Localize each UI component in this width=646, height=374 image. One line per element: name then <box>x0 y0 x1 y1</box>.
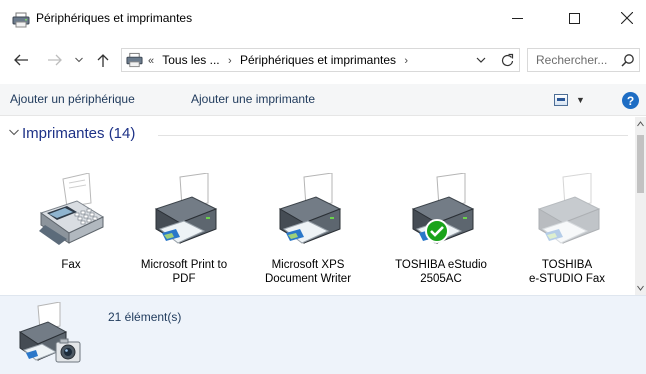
device-label: Microsoft Print to PDF <box>140 259 228 285</box>
vertical-scrollbar[interactable] <box>635 117 646 295</box>
minimize-button[interactable] <box>494 0 540 36</box>
maximize-button[interactable] <box>551 0 597 36</box>
devices-content-pane: Imprimantes (14) Fax Microsoft Print to … <box>0 117 635 295</box>
arrow-left-icon <box>14 54 28 66</box>
printer-icon <box>411 173 475 244</box>
device-toshiba-estudio-fax[interactable]: TOSHIBA e-STUDIO Fax <box>511 173 623 291</box>
device-fax[interactable]: Fax <box>15 173 127 291</box>
chevron-down-icon <box>9 129 19 136</box>
breadcrumb-separator[interactable]: › <box>404 55 408 67</box>
command-bar: Ajouter un périphérique Ajouter une impr… <box>0 84 646 116</box>
default-printer-check-icon <box>425 219 449 243</box>
printer-icon <box>537 173 601 244</box>
printer-icon <box>154 173 218 244</box>
refresh-button[interactable] <box>499 52 515 68</box>
navigation-bar: « Tous les ... › Périphériques et imprim… <box>0 44 646 76</box>
search-box[interactable] <box>527 48 640 72</box>
forward-button[interactable] <box>44 50 66 70</box>
device-microsoft-xps-document-writer[interactable]: Microsoft XPS Document Writer <box>252 173 364 291</box>
search-input[interactable] <box>536 53 622 67</box>
item-count: 21 élément(s) <box>108 310 182 324</box>
device-toshiba-estudio-2505ac[interactable]: TOSHIBA eStudio 2505AC <box>385 173 497 291</box>
breadcrumb-item-devices-printers[interactable]: Périphériques et imprimantes <box>240 53 396 67</box>
breadcrumb: « Tous les ... › Périphériques et imprim… <box>148 53 413 67</box>
address-bar[interactable]: « Tous les ... › Périphériques et imprim… <box>121 48 520 72</box>
device-microsoft-print-to-pdf[interactable]: Microsoft Print to PDF <box>128 173 240 291</box>
add-printer-button[interactable]: Ajouter une imprimante <box>191 92 315 106</box>
recent-locations-button[interactable] <box>72 50 86 70</box>
scroll-up-icon[interactable] <box>637 121 644 127</box>
device-label: TOSHIBA e-STUDIO Fax <box>528 259 606 285</box>
group-title: Imprimantes (14) <box>22 125 136 142</box>
back-button[interactable] <box>10 50 32 70</box>
devices-printers-app-icon <box>12 12 30 28</box>
address-dropdown-icon[interactable] <box>475 54 487 66</box>
chevron-down-icon <box>75 57 83 63</box>
change-view-icon[interactable] <box>554 94 568 106</box>
maximize-icon <box>568 12 580 24</box>
printers-group-header[interactable]: Imprimantes (14) <box>8 123 628 145</box>
details-pane: 21 élément(s) <box>0 295 646 374</box>
device-label: TOSHIBA eStudio 2505AC <box>395 259 487 285</box>
window-title: Périphériques et imprimantes <box>36 11 193 25</box>
printer-icon <box>278 173 342 244</box>
breadcrumb-item-all-items[interactable]: Tous les ... <box>162 53 219 67</box>
device-label: Microsoft XPS Document Writer <box>264 259 352 285</box>
scroll-down-icon[interactable] <box>637 285 644 291</box>
scrollbar-thumb[interactable] <box>637 135 644 193</box>
close-icon <box>620 12 633 24</box>
search-icon <box>621 54 634 67</box>
close-button[interactable] <box>607 0 646 36</box>
breadcrumb-separator[interactable]: › <box>228 55 232 67</box>
up-button[interactable] <box>92 50 114 70</box>
devices-printers-camera-icon <box>18 302 81 363</box>
add-device-button[interactable]: Ajouter un périphérique <box>10 92 135 106</box>
arrow-up-icon <box>97 53 109 67</box>
minimize-icon <box>511 17 523 19</box>
title-bar: Périphériques et imprimantes <box>0 0 646 36</box>
devices-printers-location-icon <box>126 52 143 68</box>
device-label: Fax <box>61 259 81 271</box>
refresh-icon <box>501 53 513 67</box>
arrow-right-icon <box>48 54 62 66</box>
fax-machine-icon <box>39 173 105 245</box>
view-options-dropdown[interactable]: ▼ <box>576 95 585 105</box>
help-button[interactable]: ? <box>622 92 639 109</box>
breadcrumb-overflow[interactable]: « <box>148 55 154 67</box>
group-divider <box>158 135 628 136</box>
